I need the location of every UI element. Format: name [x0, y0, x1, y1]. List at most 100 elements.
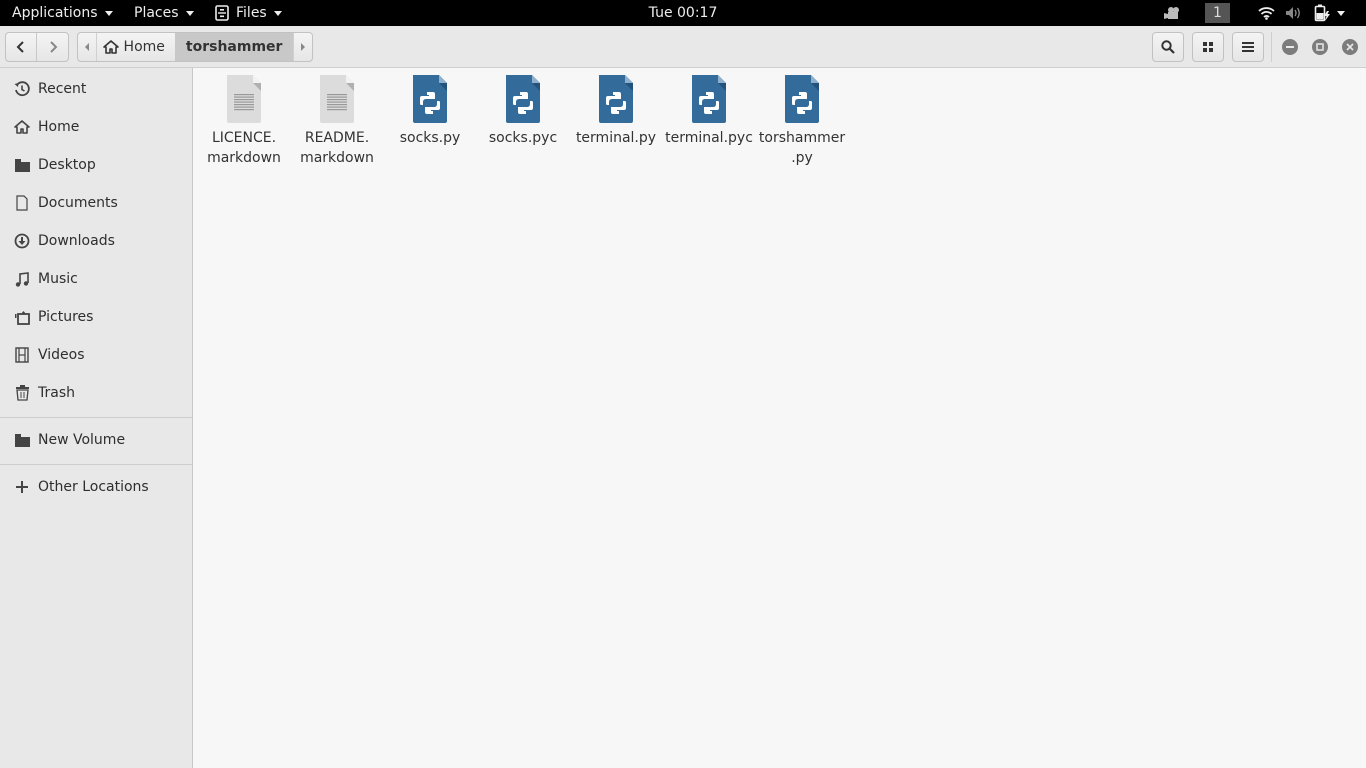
file-name-cont: markdown — [207, 150, 281, 166]
file-view[interactable]: LICENCE. markdown README. markdown socks… — [194, 68, 1366, 768]
trash-icon — [15, 385, 29, 401]
path-current-button[interactable]: torshammer — [174, 33, 294, 61]
top-panel: Applications Places Files Tue 00:17 1 — [0, 0, 1366, 26]
file-item-readme[interactable]: README. markdown — [291, 74, 383, 168]
chevron-left-icon — [16, 41, 24, 53]
folder-icon — [14, 158, 30, 172]
sidebar-item-label: Trash — [38, 385, 75, 401]
sidebar-item-documents[interactable]: Documents — [0, 184, 192, 222]
sidebar-item-label: Desktop — [38, 157, 96, 173]
sidebar-item-home[interactable]: Home — [0, 108, 192, 146]
download-icon — [14, 233, 30, 249]
file-name: terminal.pyc — [665, 130, 753, 146]
python-file-icon — [692, 75, 726, 123]
file-item-terminal-py[interactable]: terminal.py — [570, 74, 662, 148]
path-scroll-right-button[interactable] — [293, 33, 312, 61]
python-file-icon — [599, 75, 633, 123]
maximize-button[interactable] — [1312, 39, 1328, 55]
wifi-icon[interactable] — [1258, 6, 1275, 20]
file-item-licence[interactable]: LICENCE. markdown — [198, 74, 290, 168]
file-name: torshammer — [758, 130, 846, 146]
file-name-cont: .py — [791, 150, 813, 166]
plus-icon — [16, 481, 28, 493]
path-home-label: Home — [123, 39, 165, 55]
sidebar-item-label: Downloads — [38, 233, 115, 249]
chevron-down-icon — [104, 10, 113, 16]
sidebar-item-label: Recent — [38, 81, 87, 97]
volume-icon[interactable] — [1285, 6, 1303, 20]
text-file-icon — [320, 75, 354, 123]
applications-menu[interactable]: Applications — [12, 0, 113, 26]
workspace-indicator[interactable]: 1 — [1205, 3, 1230, 23]
places-label: Places — [134, 5, 179, 21]
music-icon — [15, 271, 29, 287]
sidebar-item-other-locations[interactable]: Other Locations — [0, 468, 192, 506]
sidebar-separator — [0, 464, 192, 465]
files-label: Files — [236, 5, 267, 21]
clock[interactable]: Tue 00:17 — [0, 0, 1366, 26]
document-icon — [16, 195, 28, 211]
sidebar-item-recent[interactable]: Recent — [0, 70, 192, 108]
close-icon — [1346, 43, 1354, 51]
sidebar-item-label: New Volume — [38, 432, 126, 448]
file-name: LICENCE. — [211, 130, 277, 146]
sidebar-item-new-volume[interactable]: New Volume — [0, 421, 192, 459]
path-scroll-left-button[interactable] — [78, 33, 97, 61]
back-button[interactable] — [6, 33, 38, 61]
file-item-socks-py[interactable]: socks.py — [384, 74, 476, 148]
battery-charging-icon[interactable] — [1314, 4, 1332, 22]
chevron-down-icon — [273, 10, 282, 16]
sidebar-item-downloads[interactable]: Downloads — [0, 222, 192, 260]
files-cabinet-icon — [215, 5, 229, 21]
file-item-socks-pyc[interactable]: socks.pyc — [477, 74, 569, 148]
chevron-down-icon — [185, 10, 194, 16]
file-name: README. — [304, 130, 370, 146]
clock-icon — [14, 81, 30, 97]
python-file-icon — [785, 75, 819, 123]
files-app-menu[interactable]: Files — [215, 0, 282, 26]
python-file-icon — [413, 75, 447, 123]
sidebar-item-label: Other Locations — [38, 479, 149, 495]
forward-button[interactable] — [37, 33, 68, 61]
file-name: socks.py — [399, 130, 461, 146]
applications-label: Applications — [12, 5, 98, 21]
view-toggle-button[interactable] — [1192, 32, 1224, 62]
search-icon — [1161, 40, 1175, 54]
video-camera-icon[interactable] — [1163, 6, 1181, 20]
navigation-buttons — [5, 32, 69, 62]
sidebar-item-label: Music — [38, 271, 78, 287]
file-name: socks.pyc — [488, 130, 558, 146]
minimize-icon — [1286, 46, 1294, 48]
close-button[interactable] — [1342, 39, 1358, 55]
file-item-torshammer-py[interactable]: torshammer .py — [756, 74, 848, 168]
sidebar-item-label: Home — [38, 119, 80, 135]
sidebar-item-label: Videos — [38, 347, 85, 363]
file-item-terminal-pyc[interactable]: terminal.pyc — [663, 74, 755, 148]
triangle-right-icon — [301, 43, 306, 51]
sidebar-item-label: Documents — [38, 195, 118, 211]
search-button[interactable] — [1152, 32, 1184, 62]
text-file-icon — [227, 75, 261, 123]
places-menu[interactable]: Places — [134, 0, 194, 26]
menu-button[interactable] — [1232, 32, 1264, 62]
film-icon — [15, 347, 29, 363]
home-icon — [102, 40, 119, 54]
maximize-icon — [1316, 43, 1324, 51]
home-icon — [14, 120, 30, 134]
folder-icon — [14, 433, 30, 447]
sidebar-item-videos[interactable]: Videos — [0, 336, 192, 374]
hamburger-menu-icon — [1242, 42, 1254, 52]
header-bar: Home torshammer — [0, 26, 1366, 68]
sidebar-item-pictures[interactable]: Pictures — [0, 298, 192, 336]
sidebar-separator — [0, 417, 192, 418]
sidebar: Recent Home Desktop Documents Downloads … — [0, 68, 193, 768]
grid-view-icon — [1203, 42, 1213, 52]
sidebar-item-trash[interactable]: Trash — [0, 374, 192, 412]
minimize-button[interactable] — [1282, 39, 1298, 55]
sidebar-item-desktop[interactable]: Desktop — [0, 146, 192, 184]
path-home-button[interactable]: Home — [97, 33, 175, 61]
system-menu-chevron-icon[interactable] — [1337, 11, 1345, 16]
sidebar-item-music[interactable]: Music — [0, 260, 192, 298]
header-separator — [1271, 32, 1272, 62]
chevron-right-icon — [49, 41, 57, 53]
